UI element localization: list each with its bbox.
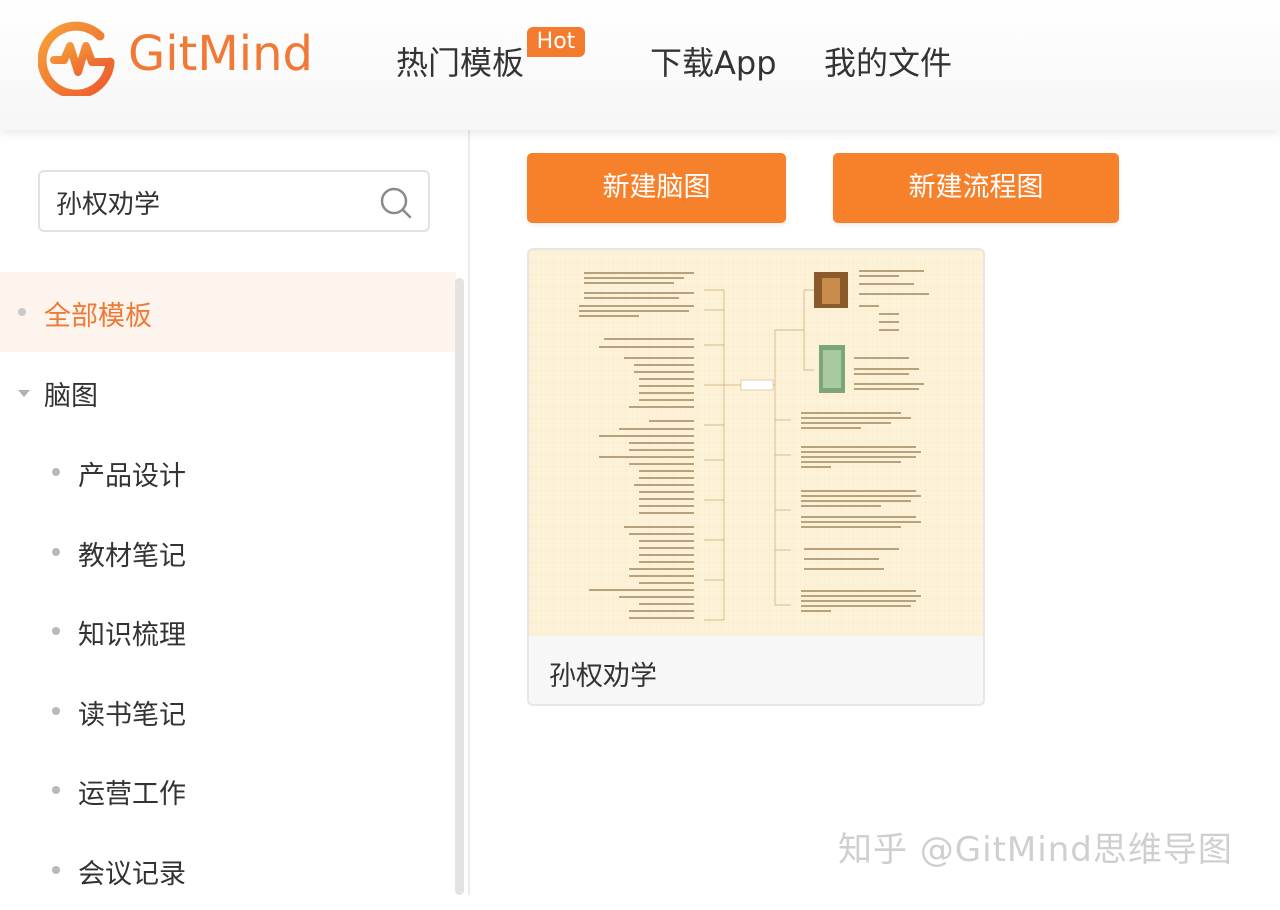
caret-down-icon [18,390,30,397]
sidebar-item-label: 会议记录 [78,859,186,890]
search-icon[interactable] [378,185,414,221]
watermark: 知乎 @GitMind思维导图 [838,830,1233,870]
sidebar-item-label: 教材笔记 [78,541,186,572]
sidebar-item-label: 产品设计 [78,461,186,492]
sidebar-item-operations[interactable]: 运营工作 [0,750,456,830]
bullet-icon [52,548,60,556]
bullet-icon [52,786,60,794]
sidebar-item-textbook-notes[interactable]: 教材笔记 [0,512,456,592]
mindmap-thumbnail [529,250,983,636]
gitmind-logo-icon[interactable] [38,16,118,96]
new-flowchart-button[interactable]: 新建流程图 [833,153,1119,223]
sidebar-item-knowledge-summary[interactable]: 知识梳理 [0,591,456,671]
top-header: GitMind 热门模板 Hot 下载App 我的文件 [0,0,1280,130]
sidebar-item-reading-notes[interactable]: 读书笔记 [0,671,456,751]
template-card[interactable]: 孙权劝学 [527,248,985,706]
bullet-icon [52,707,60,715]
sidebar-group-mindmap[interactable]: 脑图 [0,352,456,432]
bullet-icon [52,468,60,476]
sidebar-item-label: 读书笔记 [78,700,186,731]
new-mindmap-button[interactable]: 新建脑图 [527,153,786,223]
sidebar-item-label: 知识梳理 [78,620,186,651]
bullet-icon [52,627,60,635]
bullet-icon [18,308,26,316]
sidebar-item-meeting-notes[interactable]: 会议记录 [0,830,456,910]
nav-my-files[interactable]: 我的文件 [824,38,952,84]
search-box [38,170,430,232]
search-input[interactable] [56,182,356,222]
sidebar-scrollbar[interactable] [455,278,464,895]
nav-hot-templates[interactable]: 热门模板 [396,38,524,84]
sidebar-item-label: 运营工作 [78,779,186,810]
brand-name[interactable]: GitMind [128,26,313,82]
nav-download-app[interactable]: 下载App [650,38,777,84]
sidebar: 全部模板 脑图 产品设计 教材笔记 知识梳理 读书笔记 运营工作 会议记录 [0,130,470,895]
sidebar-item-all-templates[interactable]: 全部模板 [0,272,456,352]
template-card-title: 孙权劝学 [549,661,657,692]
hot-badge: Hot [527,27,585,57]
bullet-icon [52,866,60,874]
sidebar-item-label: 全部模板 [44,301,152,332]
sidebar-item-product-design[interactable]: 产品设计 [0,432,456,512]
sidebar-item-label: 脑图 [44,381,98,412]
